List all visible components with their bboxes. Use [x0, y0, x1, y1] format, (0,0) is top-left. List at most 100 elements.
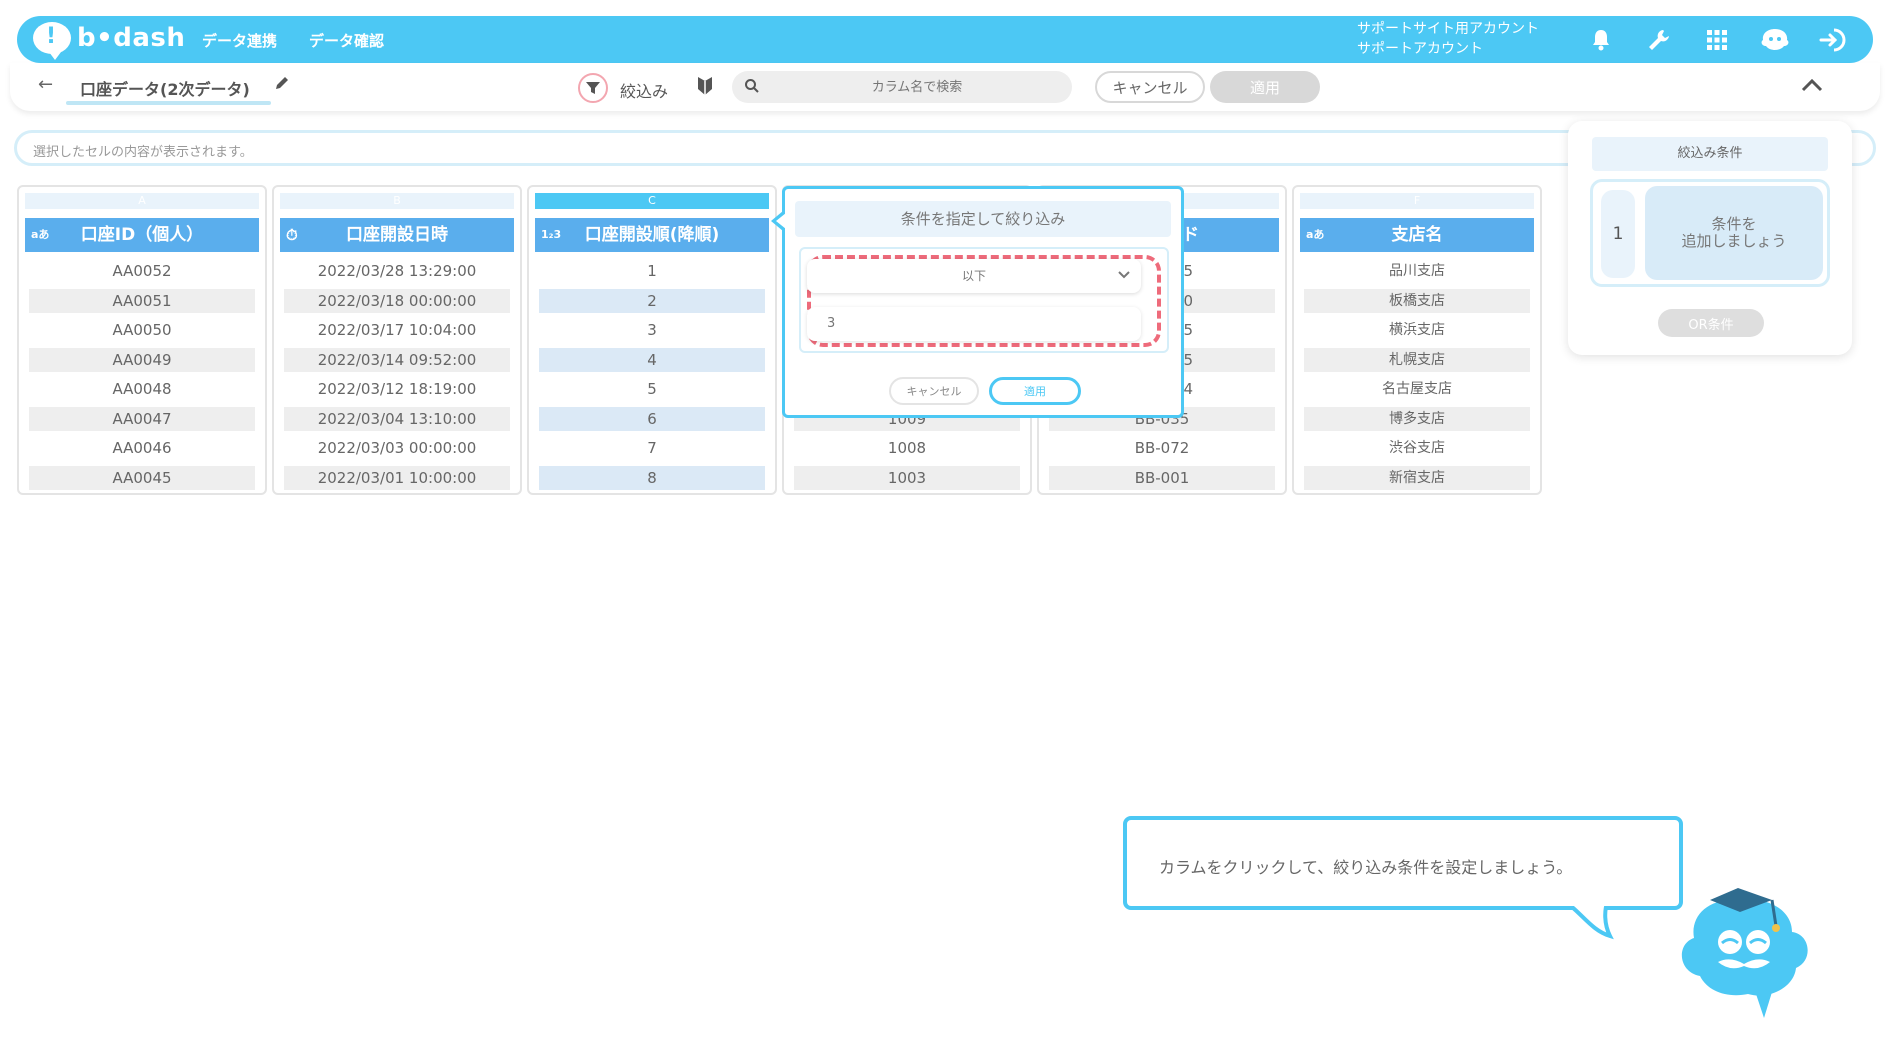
filter-conditions-panel: 絞込み条件 1 条件を 追加しましょう OR条件 — [1568, 121, 1852, 355]
table-cell[interactable]: 5 — [539, 377, 765, 401]
table-cell[interactable]: 2022/03/04 13:10:00 — [284, 407, 510, 431]
column-name: 口座ID（個人） — [80, 225, 204, 245]
table-cell[interactable]: 2022/03/03 00:00:00 — [284, 436, 510, 460]
column-name: 口座開設日時 — [346, 225, 448, 245]
table-cell[interactable]: 名古屋支店 — [1304, 377, 1530, 401]
table-cell[interactable]: 3 — [539, 318, 765, 342]
column-name: 口座開設順(降順) — [584, 225, 720, 245]
cancel-button[interactable]: キャンセル — [1095, 71, 1205, 103]
table-cell[interactable]: 2 — [539, 289, 765, 313]
logo-mark: ! — [46, 24, 57, 49]
page-title[interactable]: 口座データ(2次データ) — [80, 76, 250, 100]
guide-tooltip: カラムをクリックして、絞り込み条件を設定しましょう。 — [1123, 816, 1683, 910]
tooltip-text: カラムをクリックして、絞り込み条件を設定しましょう。 — [1159, 858, 1573, 877]
wrench-icon[interactable] — [1643, 24, 1675, 56]
column-header[interactable]: aあ 口座ID（個人） — [25, 218, 259, 252]
column-header[interactable]: aあ 支店名 — [1300, 218, 1534, 252]
condition-value-input[interactable]: 3 — [807, 307, 1141, 341]
pencil-icon[interactable] — [274, 75, 290, 95]
column-header[interactable]: ⏱ 口座開設日時 — [280, 218, 514, 252]
table-cell[interactable]: 1 — [539, 259, 765, 283]
column-letter: C — [535, 193, 769, 209]
account-name: サポートサイト用アカウント — [1357, 21, 1539, 37]
number-type-icon: 1₂3 — [541, 228, 562, 241]
table-cell[interactable]: AA0049 — [29, 348, 255, 372]
table-cell[interactable]: 渋谷支店 — [1304, 436, 1530, 460]
table-cell[interactable]: 4 — [539, 348, 765, 372]
table-cell[interactable]: 2022/03/14 09:52:00 — [284, 348, 510, 372]
table-cell[interactable]: 横浜支店 — [1304, 318, 1530, 342]
table-cell[interactable]: AA0051 — [29, 289, 255, 313]
popup-title: 条件を指定して絞り込み — [795, 201, 1171, 237]
beginner-mark-icon[interactable] — [696, 75, 714, 101]
table-cell[interactable]: 7 — [539, 436, 765, 460]
bdash-logo[interactable]: ! b•dash — [33, 22, 186, 60]
column-f[interactable]: F aあ 支店名 品川支店 板橋支店 横浜支店 札幌支店 名古屋支店 博多支店 … — [1292, 185, 1542, 495]
top-header: ! b•dash データ連携 データ確認 サポートサイト用アカウント サポートア… — [17, 16, 1873, 63]
table-cell[interactable]: 2022/03/01 10:00:00 — [284, 466, 510, 490]
operator-select[interactable]: 以下 — [807, 259, 1141, 293]
table-cell[interactable]: AA0045 — [29, 466, 255, 490]
search-icon — [744, 78, 760, 98]
apply-button[interactable]: 適用 — [1210, 71, 1320, 103]
table-cell[interactable]: 2022/03/17 10:04:00 — [284, 318, 510, 342]
chevron-up-icon[interactable] — [1800, 77, 1824, 97]
back-arrow-icon[interactable]: ← — [38, 74, 53, 95]
popup-apply-button[interactable]: 適用 — [989, 377, 1081, 405]
table-cell[interactable]: BB-001 — [1049, 466, 1275, 490]
table-cell[interactable]: 新宿支店 — [1304, 466, 1530, 490]
table-cell[interactable]: AA0052 — [29, 259, 255, 283]
cell-content-placeholder: 選択したセルの内容が表示されます。 — [33, 145, 253, 160]
table-cell[interactable]: AA0046 — [29, 436, 255, 460]
column-search[interactable] — [732, 71, 1072, 103]
table-cell[interactable]: 1003 — [794, 466, 1020, 490]
nav-data-check[interactable]: データ確認 — [309, 30, 384, 51]
table-cell[interactable]: 品川支店 — [1304, 259, 1530, 283]
filter-condition-popup: 条件を指定して絞り込み 以下 3 キャンセル 適用 — [771, 186, 1184, 418]
logo-bubble-icon: ! — [33, 22, 71, 60]
grid-menu-icon[interactable] — [1701, 24, 1733, 56]
table-cell[interactable]: 2022/03/28 13:29:00 — [284, 259, 510, 283]
logo-text: b•dash — [77, 23, 186, 53]
popup-cancel-button[interactable]: キャンセル — [889, 377, 979, 405]
column-b[interactable]: B ⏱ 口座開設日時 2022/03/28 13:29:00 2022/03/1… — [272, 185, 522, 495]
column-letter: B — [280, 193, 514, 209]
table-cell[interactable]: 6 — [539, 407, 765, 431]
chevron-down-icon — [1117, 259, 1131, 293]
mascot-icon — [1681, 888, 1808, 1018]
column-header[interactable]: 1₂3 口座開設順(降順) — [535, 218, 769, 252]
panel-title: 絞込み条件 — [1592, 137, 1828, 171]
table-cell[interactable]: BB-072 — [1049, 436, 1275, 460]
add-condition-line1: 条件を — [1711, 215, 1757, 233]
logout-icon[interactable] — [1817, 24, 1849, 56]
or-condition-button[interactable]: OR条件 — [1658, 309, 1764, 337]
filter-icon[interactable] — [578, 73, 608, 103]
table-cell[interactable]: 1008 — [794, 436, 1020, 460]
column-letter: F — [1300, 193, 1534, 209]
user-info[interactable]: サポートサイト用アカウント サポートアカウント — [1357, 19, 1539, 59]
column-letter: A — [25, 193, 259, 209]
column-c[interactable]: C 1₂3 口座開設順(降順) 1 2 3 4 5 6 7 8 — [527, 185, 777, 495]
text-type-icon: aあ — [31, 228, 50, 241]
condition-group: 1 条件を 追加しましょう — [1590, 179, 1830, 287]
mascot-face-icon[interactable] — [1759, 24, 1791, 56]
table-cell[interactable]: 2022/03/18 00:00:00 — [284, 289, 510, 313]
table-cell[interactable]: 板橋支店 — [1304, 289, 1530, 313]
search-input[interactable] — [772, 71, 1062, 103]
stopwatch-icon: ⏱ — [286, 226, 298, 244]
column-a[interactable]: A aあ 口座ID（個人） AA0052 AA0051 AA0050 AA004… — [17, 185, 267, 495]
add-condition-area[interactable]: 条件を 追加しましょう — [1645, 186, 1823, 280]
table-cell[interactable]: 札幌支店 — [1304, 348, 1530, 372]
tooltip-tail — [1560, 900, 1620, 940]
user-name: サポートアカウント — [1357, 41, 1483, 57]
table-cell[interactable]: AA0047 — [29, 407, 255, 431]
table-cell[interactable]: 8 — [539, 466, 765, 490]
table-cell[interactable]: AA0048 — [29, 377, 255, 401]
text-type-icon: aあ — [1306, 228, 1325, 241]
bell-icon[interactable] — [1585, 24, 1617, 56]
table-cell[interactable]: 2022/03/12 18:19:00 — [284, 377, 510, 401]
nav-data-integration[interactable]: データ連携 — [202, 30, 277, 51]
table-cell[interactable]: AA0050 — [29, 318, 255, 342]
column-name: 支店名 — [1391, 225, 1443, 245]
table-cell[interactable]: 博多支店 — [1304, 407, 1530, 431]
